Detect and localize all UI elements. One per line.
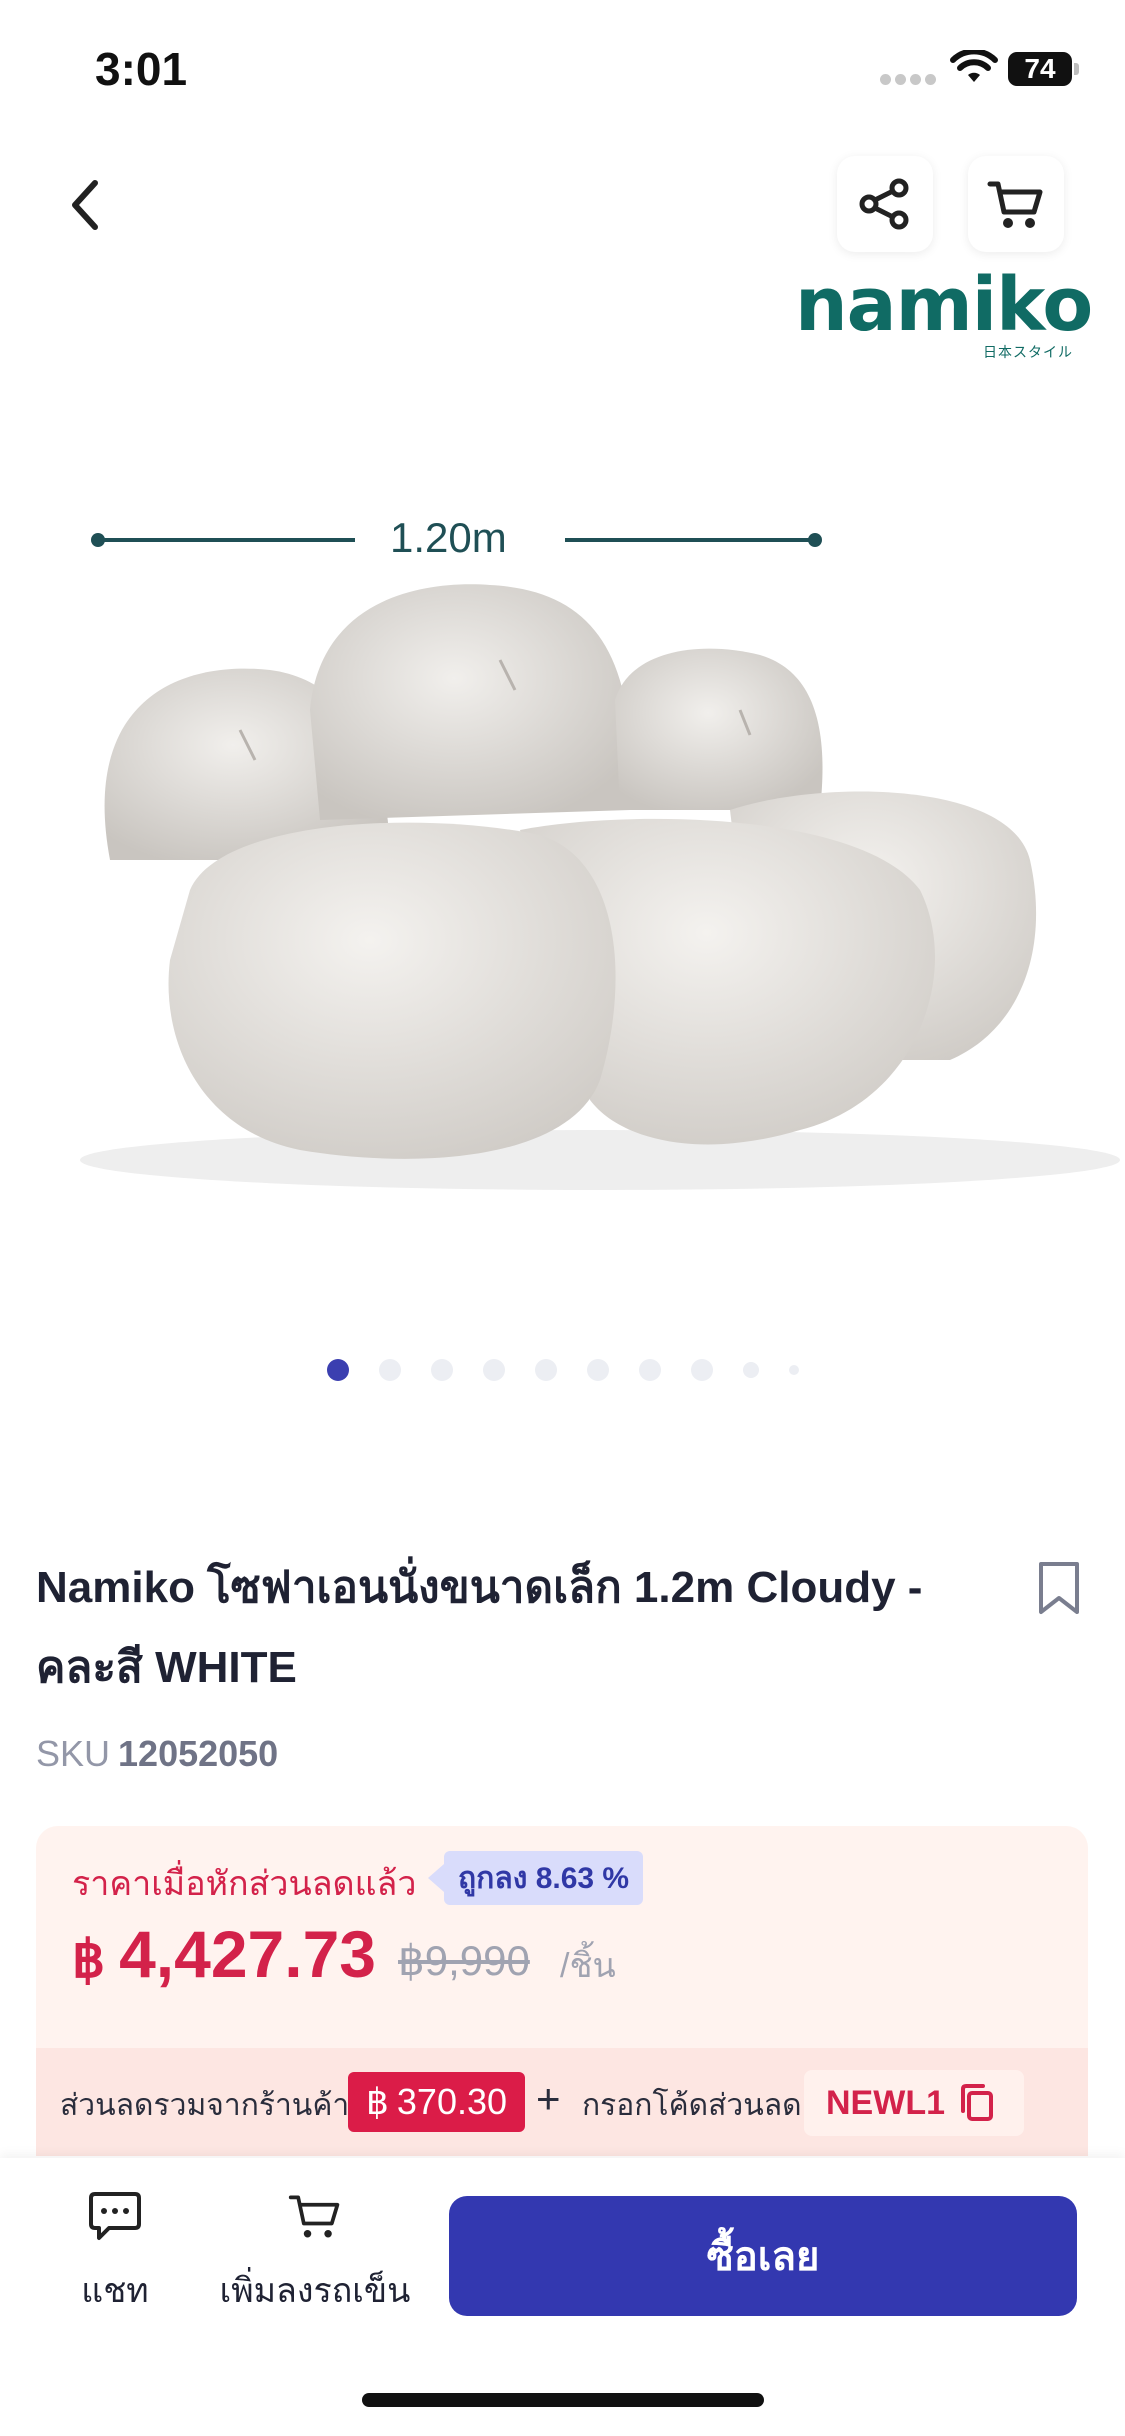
chat-icon xyxy=(89,2192,141,2240)
promo-code-label: กรอกโค้ดส่วนลด xyxy=(582,2089,802,2122)
carousel-dot[interactable] xyxy=(742,1362,759,1378)
carousel-dots[interactable] xyxy=(0,1358,1125,1382)
price-unit: /ชิ้น xyxy=(560,1947,616,1985)
cart-icon xyxy=(987,181,1043,228)
cart-icon xyxy=(288,2195,340,2238)
sku: SKU 12052050 xyxy=(36,1733,278,1775)
dimension-label: 1.20m xyxy=(390,514,507,561)
plus-icon: + xyxy=(536,2075,561,2122)
carousel-dot[interactable] xyxy=(534,1359,557,1381)
signal-icon xyxy=(880,74,936,86)
wifi-icon xyxy=(950,50,998,82)
brand-logo: namiko 日本スタイル xyxy=(795,262,1093,360)
chat-label: แชท xyxy=(81,2272,149,2310)
promo-row[interactable]: ส่วนลดรวมจากร้านค้า ฿ 370.30 + กรอกโค้ดส่… xyxy=(36,2048,1088,2156)
carousel-dot-active[interactable] xyxy=(326,1359,349,1381)
carousel-dot[interactable] xyxy=(638,1359,661,1381)
carousel-dot[interactable] xyxy=(586,1359,609,1381)
add-to-cart-button[interactable]: เพิ่มลงรถเข็น xyxy=(210,2188,420,2318)
sofa-image xyxy=(80,584,1120,1190)
chevron-left-icon xyxy=(72,180,98,230)
cart-button[interactable] xyxy=(968,156,1064,252)
promo-amount-badge: ฿ 370.30 xyxy=(348,2072,526,2132)
promo-code-copy-button[interactable]: NEWL1 xyxy=(804,2070,1024,2136)
bookmark-icon[interactable] xyxy=(1035,1560,1083,1616)
product-title: Namiko โซฟาเอนนั่งขนาดเล็ก 1.2m Cloudy -… xyxy=(36,1563,923,1692)
price-label: ราคาเมื่อหักส่วนลดแล้ว xyxy=(72,1865,417,1903)
chat-button[interactable]: แชท xyxy=(60,2188,170,2318)
copy-icon xyxy=(961,2084,993,2121)
carousel-dot[interactable] xyxy=(378,1359,401,1381)
price-card: ราคาเมื่อหักส่วนลดแล้ว ถูกลง 8.63 % ฿ 4,4… xyxy=(36,1826,1088,2156)
discount-badge: ถูกลง 8.63 % xyxy=(427,1851,644,1905)
carousel-dot[interactable] xyxy=(788,1365,799,1375)
home-indicator[interactable] xyxy=(362,2393,764,2407)
battery-icon: 74 xyxy=(1008,52,1080,86)
promo-code: NEWL1 xyxy=(826,2083,945,2122)
share-button[interactable] xyxy=(837,156,933,252)
carousel-dot[interactable] xyxy=(690,1359,713,1381)
current-price: ฿ 4,427.73 xyxy=(72,1917,377,1991)
share-icon xyxy=(859,178,909,230)
carousel-dot[interactable] xyxy=(430,1359,453,1381)
status-time: 3:01 xyxy=(95,43,188,95)
back-button[interactable] xyxy=(40,150,130,260)
status-bar: 3:01 74 xyxy=(0,0,1125,140)
add-to-cart-label: เพิ่มลงรถเข็น xyxy=(219,2272,411,2310)
sku-value: 12052050 xyxy=(118,1733,279,1774)
promo-text: ส่วนลดรวมจากร้านค้า xyxy=(60,2089,350,2122)
product-image-gallery[interactable]: namiko 日本スタイル 1.20m xyxy=(0,0,1125,1300)
original-price: ฿9,990 xyxy=(398,1937,530,1984)
buy-now-button[interactable]: ซื้อเลย xyxy=(449,2196,1077,2316)
carousel-dot[interactable] xyxy=(482,1359,505,1381)
sku-label: SKU xyxy=(36,1733,111,1774)
